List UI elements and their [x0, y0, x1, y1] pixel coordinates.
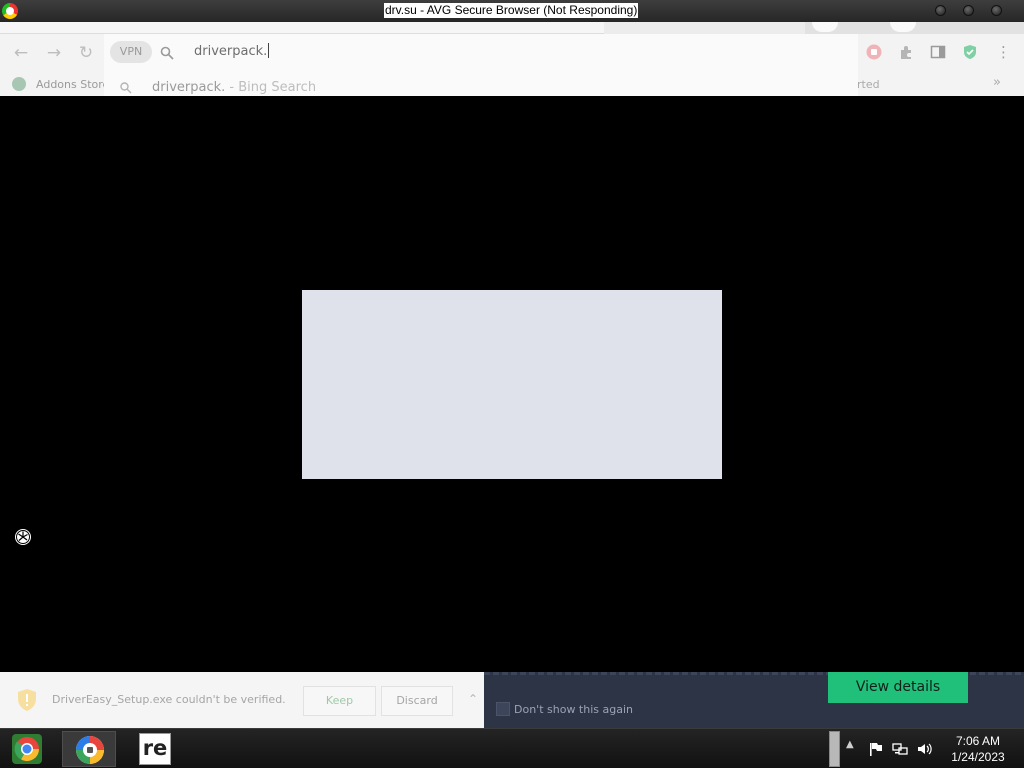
dont-show-checkbox[interactable] — [496, 702, 510, 716]
maximize-button[interactable] — [963, 5, 974, 16]
avg-account-button[interactable] — [890, 22, 916, 32]
download-options-chevron-icon[interactable]: ⌃ — [468, 692, 478, 706]
bookmark-addons-store-label: Addons Store — [36, 78, 104, 91]
forward-button[interactable]: → — [43, 42, 65, 64]
re-app-label: re — [142, 736, 168, 760]
action-center-flag-icon[interactable] — [868, 741, 884, 757]
suggestion-suffix: - Bing Search — [225, 80, 317, 95]
clock-date: 1/24/2023 — [951, 750, 1005, 764]
shield-check-icon[interactable] — [962, 44, 978, 60]
profile-button[interactable] — [812, 22, 838, 32]
close-button[interactable] — [991, 5, 1002, 16]
reload-button[interactable]: ↻ — [75, 42, 97, 64]
taskbar-chrome-button[interactable] — [0, 731, 54, 767]
suggestion-search-icon — [120, 82, 132, 94]
re-app-icon: re — [139, 733, 171, 765]
volume-icon[interactable] — [916, 741, 932, 757]
vpn-button[interactable]: VPN — [110, 41, 152, 63]
discard-button[interactable]: Discard — [381, 686, 453, 716]
busy-cursor-icon — [15, 529, 31, 545]
suggestion-text: driverpack. - Bing Search — [152, 80, 316, 95]
network-icon[interactable] — [892, 741, 908, 757]
back-button[interactable]: ← — [10, 42, 32, 64]
taskbar: re ▲ 7:06 AM 1/24/2023 — [0, 728, 1024, 768]
browser-toolbar: ← → ↻ driverpack. VPN ⋮ — [0, 34, 1024, 72]
taskbar-re-app-button[interactable]: re — [128, 731, 182, 767]
page-content — [0, 96, 1024, 672]
view-details-button[interactable]: View details — [828, 672, 968, 703]
omnibox-suggestion[interactable]: driverpack. - Bing Search — [104, 72, 858, 96]
taskbar-scroll-grip[interactable] — [829, 731, 840, 767]
system-clock[interactable]: 7:06 AM 1/24/2023 — [944, 733, 1012, 765]
address-bar-text[interactable]: driverpack. — [194, 43, 269, 59]
puzzle-extension-icon[interactable] — [898, 44, 914, 60]
bookmark-addons-store[interactable]: Addons Store — [12, 76, 104, 94]
browser-menu-icon[interactable]: ⋮ — [996, 43, 1011, 61]
chrome-icon — [12, 734, 42, 764]
show-hidden-icons-button[interactable]: ▲ — [846, 739, 854, 750]
window-title: drv.su - AVG Secure Browser (Not Respond… — [384, 3, 639, 18]
suggestion-query: driverpack. — [152, 80, 226, 95]
title-bar: drv.su - AVG Secure Browser (Not Respond… — [0, 0, 1024, 22]
tab-strip — [0, 22, 1024, 34]
store-icon — [12, 77, 26, 91]
browser-app-icon — [2, 3, 18, 19]
minimize-button[interactable] — [935, 5, 946, 16]
loading-panel — [302, 290, 722, 479]
clock-time: 7:06 AM — [955, 734, 1001, 748]
taskbar-avg-browser-button[interactable] — [62, 731, 116, 767]
tab-active[interactable] — [0, 22, 604, 34]
bookmark-get-started[interactable]: rted — [857, 76, 880, 94]
address-bar[interactable]: driverpack. — [104, 34, 858, 72]
download-bar: DriverEasy_Setup.exe couldn't be verifie… — [0, 672, 484, 728]
avg-browser-icon — [76, 736, 104, 764]
search-icon — [160, 46, 174, 60]
adblock-extension-icon[interactable] — [866, 44, 882, 60]
tab-strip-controls — [805, 22, 1024, 34]
warning-shield-icon — [18, 689, 36, 711]
screen: drv.su - AVG Secure Browser (Not Respond… — [0, 0, 1024, 768]
sidebar-toggle-icon[interactable] — [930, 44, 946, 60]
notification-panel: View details Don't show this again — [484, 672, 1024, 728]
bookmarks-overflow-button[interactable]: » — [993, 75, 1001, 90]
download-warning-text: DriverEasy_Setup.exe couldn't be verifie… — [52, 693, 286, 706]
dont-show-label[interactable]: Don't show this again — [514, 703, 633, 716]
keep-button[interactable]: Keep — [303, 686, 376, 716]
